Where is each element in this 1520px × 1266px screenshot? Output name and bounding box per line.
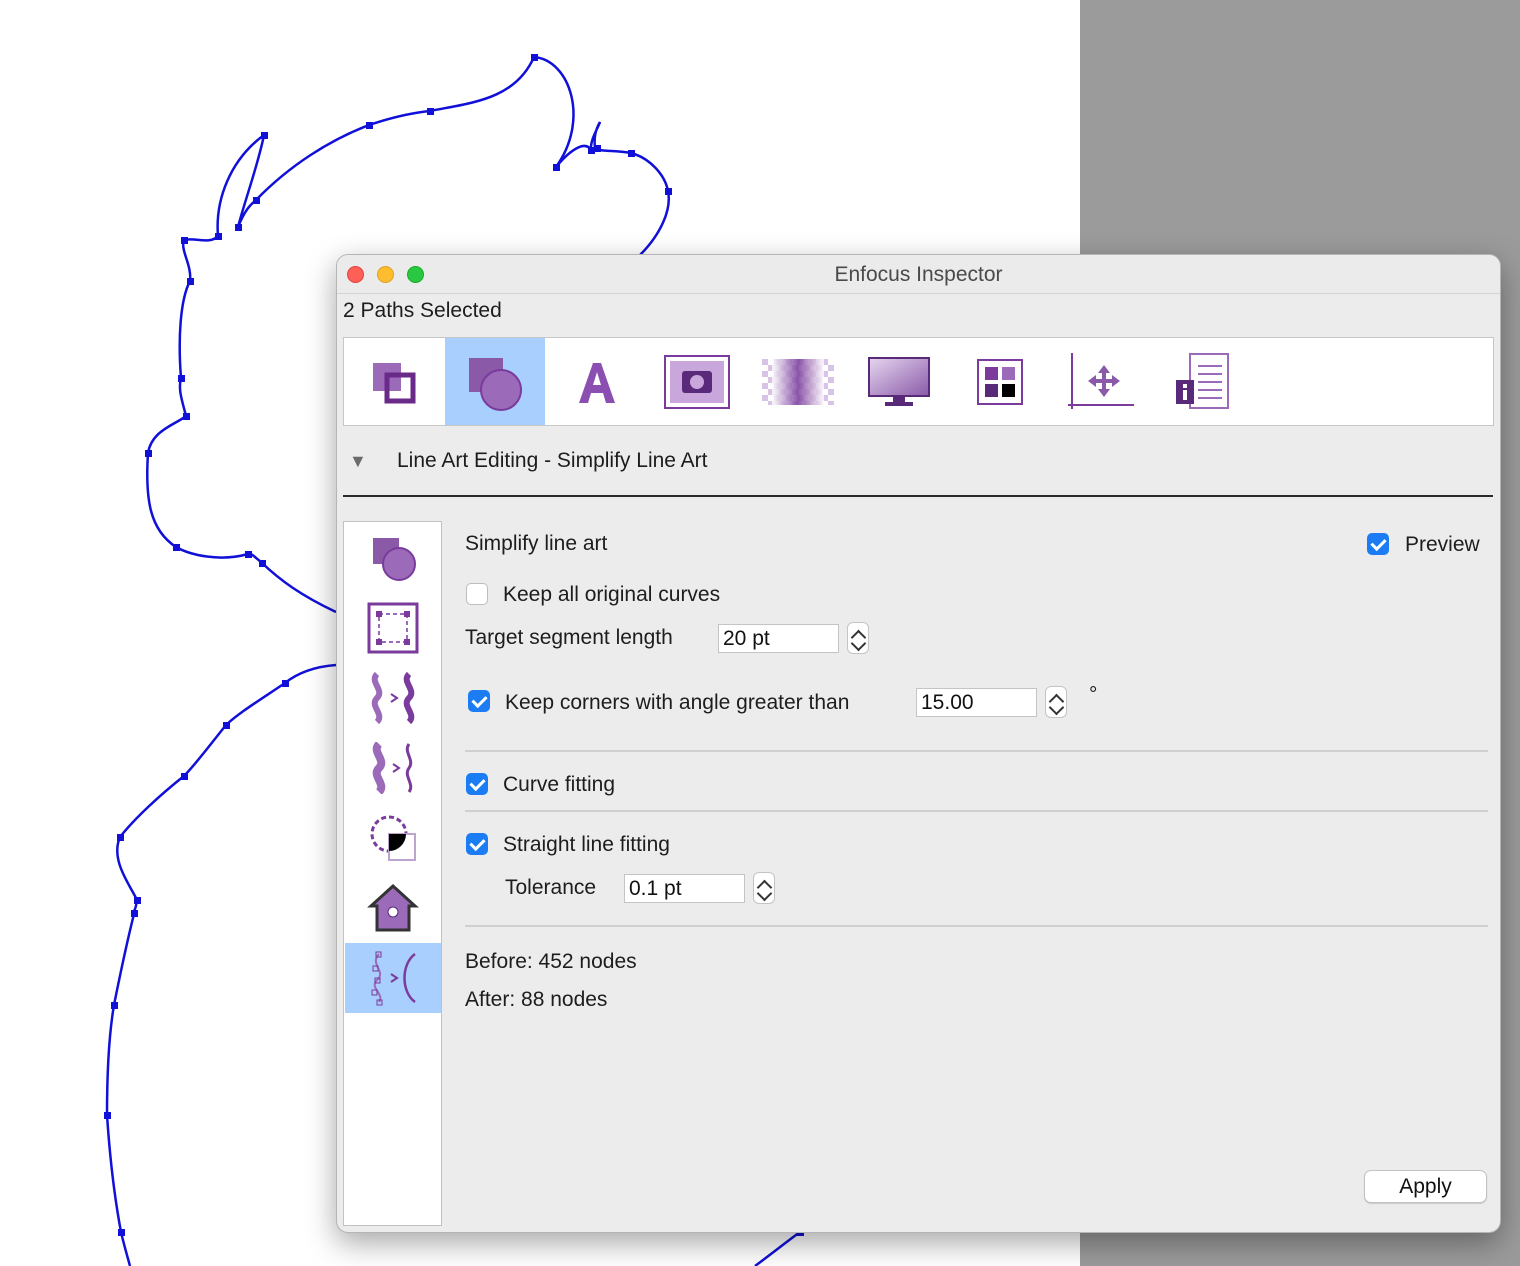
tolerance-stepper[interactable] bbox=[753, 872, 775, 904]
preview-label[interactable]: Preview bbox=[1405, 533, 1480, 557]
line-art-shapes-icon[interactable] bbox=[445, 338, 545, 425]
tolerance-label: Tolerance bbox=[505, 876, 597, 899]
separator bbox=[465, 810, 1488, 812]
category-toolbar bbox=[343, 337, 1494, 426]
corner-angle-input[interactable] bbox=[916, 688, 1037, 717]
transparency-icon[interactable] bbox=[748, 338, 848, 425]
separator bbox=[465, 750, 1488, 752]
color-swatches-icon[interactable] bbox=[950, 338, 1050, 425]
tolerance-input[interactable] bbox=[624, 874, 745, 903]
shape-overlap-icon[interactable] bbox=[345, 523, 441, 593]
title-bar[interactable]: Enfocus Inspector bbox=[337, 255, 1500, 294]
keep-corners-label[interactable]: Keep corners with angle greater than bbox=[505, 691, 849, 715]
straight-line-fitting-checkbox[interactable] bbox=[466, 833, 488, 855]
info-document-icon[interactable] bbox=[1152, 338, 1252, 425]
section-header[interactable]: ▼ Line Art Editing - Simplify Line Art bbox=[343, 445, 1493, 497]
object-arrange-icon[interactable] bbox=[344, 338, 444, 425]
path-lower[interactable] bbox=[105, 663, 337, 1266]
keep-original-curves-checkbox[interactable] bbox=[466, 583, 488, 605]
preview-checkbox[interactable] bbox=[1367, 533, 1389, 555]
straight-line-fitting-label[interactable]: Straight line fitting bbox=[503, 833, 670, 857]
apply-button[interactable]: Apply bbox=[1364, 1170, 1487, 1203]
separator bbox=[465, 925, 1488, 927]
degree-unit: ° bbox=[1089, 683, 1098, 706]
curve-fitting-label[interactable]: Curve fitting bbox=[503, 773, 615, 797]
keep-corners-checkbox[interactable] bbox=[468, 690, 490, 712]
house-icon[interactable] bbox=[345, 873, 441, 943]
curve-fitting-checkbox[interactable] bbox=[466, 773, 488, 795]
selection-status: 2 Paths Selected bbox=[343, 299, 502, 322]
target-segment-length-stepper[interactable] bbox=[847, 622, 869, 654]
simplify-panel: Simplify line art Preview Keep all origi… bbox=[465, 521, 1490, 1224]
disclosure-triangle-icon[interactable]: ▼ bbox=[349, 451, 367, 472]
simplify-curve-icon[interactable] bbox=[345, 943, 441, 1013]
monitor-icon[interactable] bbox=[849, 338, 949, 425]
tool-sidebar bbox=[343, 521, 442, 1226]
position-axes-icon[interactable] bbox=[1051, 338, 1151, 425]
corner-angle-stepper[interactable] bbox=[1045, 686, 1067, 718]
before-node-count: Before: 452 nodes bbox=[465, 950, 637, 973]
panel-heading: Simplify line art bbox=[465, 532, 608, 555]
camera-image-icon[interactable] bbox=[647, 338, 747, 425]
path-lower-right[interactable] bbox=[754, 1230, 801, 1266]
text-icon[interactable] bbox=[546, 338, 646, 425]
target-segment-length-label: Target segment length bbox=[465, 626, 673, 649]
enfocus-inspector-window[interactable]: Enfocus Inspector 2 Paths Selected ▼ Lin… bbox=[336, 254, 1501, 1233]
dashed-circle-corner-icon[interactable] bbox=[345, 803, 441, 873]
after-node-count: After: 88 nodes bbox=[465, 988, 608, 1011]
bounding-box-icon[interactable] bbox=[345, 593, 441, 663]
wave-transform-2-icon[interactable] bbox=[345, 733, 441, 803]
keep-original-curves-label[interactable]: Keep all original curves bbox=[503, 583, 720, 607]
window-title: Enfocus Inspector bbox=[834, 263, 1003, 286]
target-segment-length-input[interactable] bbox=[718, 624, 839, 653]
section-title: Line Art Editing - Simplify Line Art bbox=[397, 449, 708, 472]
wave-transform-icon[interactable] bbox=[345, 663, 441, 733]
